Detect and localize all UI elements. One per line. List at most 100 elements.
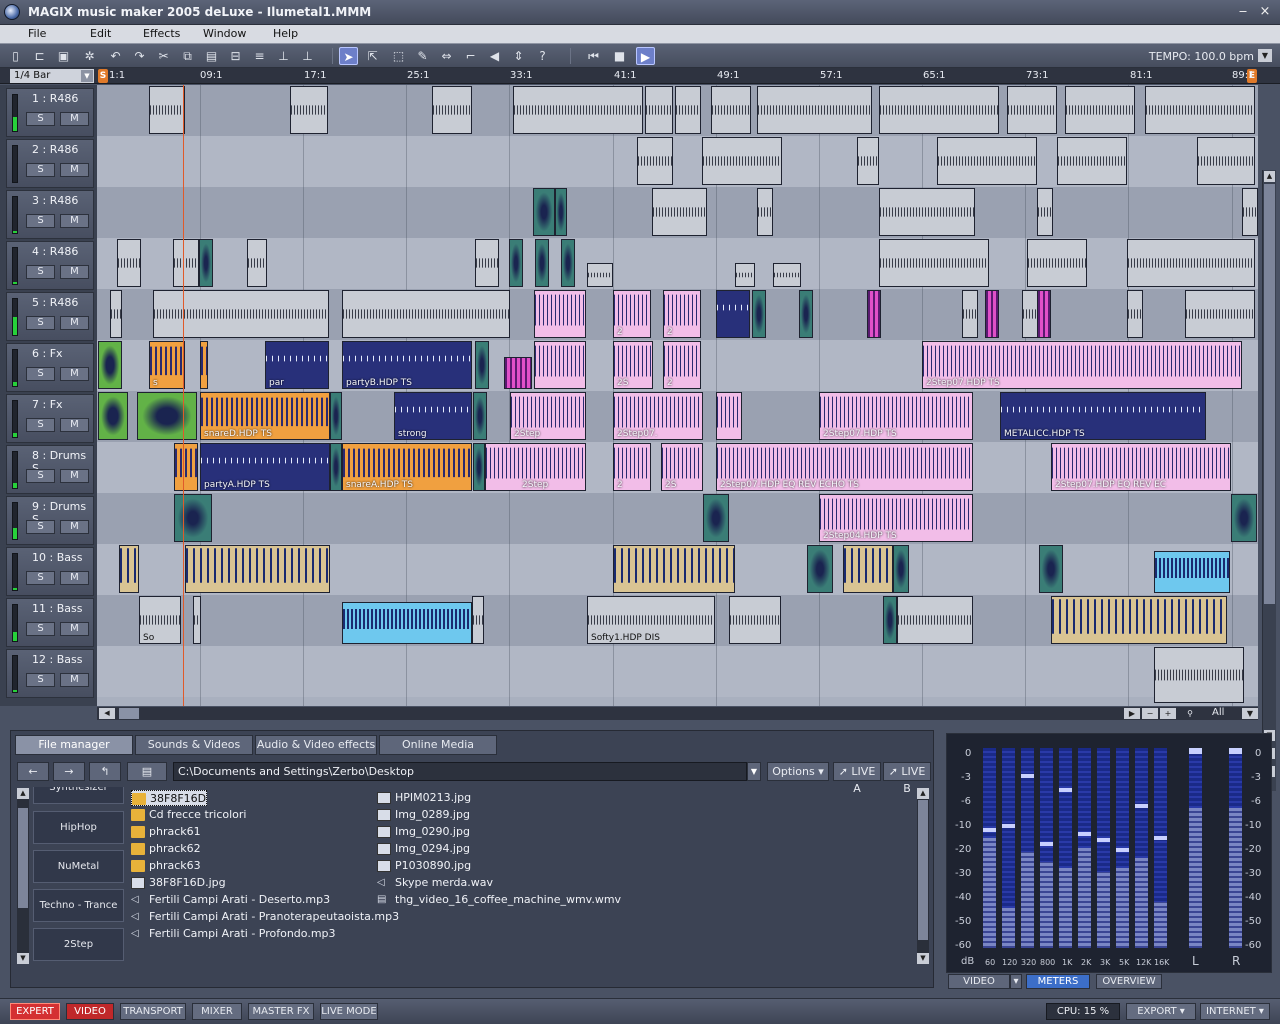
audio-clip[interactable] [799,290,813,338]
audio-clip[interactable] [1145,86,1255,134]
mute-button[interactable]: M [60,673,89,687]
redo-icon[interactable]: ↷ [130,47,149,65]
internet-button[interactable]: INTERNET ▾ [1200,1003,1270,1020]
playhead[interactable] [183,85,184,706]
audio-clip[interactable]: 2Step07.HDP EQ REV ECHO TS [716,443,973,491]
solo-button[interactable]: S [26,112,55,126]
audio-clip[interactable] [193,596,201,644]
mute-button[interactable]: M [60,367,89,381]
audio-clip[interactable] [1037,290,1051,338]
audio-clip[interactable] [879,239,989,287]
list-item[interactable]: 38F8F16D [131,790,208,806]
audio-clip[interactable] [729,596,781,644]
transport-button[interactable]: TRANSPORT [120,1003,186,1020]
list-item[interactable]: Img_0289.jpg [377,807,470,823]
audio-clip[interactable]: 2Step07.HDP TS [922,341,1242,389]
audio-clip[interactable] [149,86,185,134]
list-item[interactable]: phrack63 [131,858,201,874]
audio-clip[interactable] [119,545,139,593]
start-marker[interactable]: S [98,69,108,83]
audio-clip[interactable]: 2 [613,290,651,338]
audio-clip[interactable] [843,545,893,593]
scroll-down-icon[interactable]: ▼ [17,953,29,964]
mute-button[interactable]: M [60,469,89,483]
split-icon[interactable]: ⌐ [461,47,480,65]
copy-icon[interactable]: ⧉ [178,47,197,65]
live-a-button[interactable]: ➚ LIVE A [833,762,881,795]
minimize-icon[interactable]: ‒ [1234,3,1252,21]
app-logo-icon[interactable] [4,4,20,20]
solo-button[interactable]: S [26,163,55,177]
audio-clip[interactable] [985,290,999,338]
solo-button[interactable]: S [26,214,55,228]
audio-clip[interactable] [98,392,128,440]
audio-clip[interactable]: METALICC.HDP TS [1000,392,1206,440]
audio-clip[interactable] [962,290,978,338]
audio-clip[interactable]: par [265,341,329,389]
track-header[interactable]: 4 : R486 S M [6,241,94,290]
pencil-icon[interactable]: ✎ [413,47,432,65]
resize-icon[interactable]: ⇕ [509,47,528,65]
vertical-scrollbar[interactable]: ▲ ▼ + − [1262,170,1276,791]
audio-clip[interactable] [472,596,484,644]
audio-clip[interactable] [1057,137,1127,185]
audio-clip[interactable]: 2Step [485,443,586,491]
list-item[interactable]: Cd frecce tricolori [131,807,246,823]
audio-clip[interactable] [330,443,342,491]
audio-clip[interactable] [473,392,487,440]
list-item[interactable]: 38F8F16D.jpg [131,875,226,891]
solo-button[interactable]: S [26,316,55,330]
audio-clip[interactable] [883,596,897,644]
track-header[interactable]: 3 : R486 S M [6,190,94,239]
undo-icon[interactable]: ↶ [106,47,125,65]
scroll-thumb[interactable] [119,708,139,719]
track-header[interactable]: 6 : Fx S M [6,343,94,392]
audio-clip[interactable]: s [149,341,185,389]
timeline-ruler[interactable]: 1/4 Bar ▼ S E 1:1 09:1 17:1 25:1 33:1 41… [0,68,1280,84]
audio-clip[interactable] [509,239,523,287]
audio-clip[interactable] [534,341,586,389]
menu-window[interactable]: Window [203,27,246,40]
menu-file[interactable]: File [28,27,46,40]
audio-clip[interactable] [879,188,975,236]
live-b-button[interactable]: ➚ LIVE B [883,762,931,795]
track-name[interactable]: 4 : R486 [32,245,78,258]
audio-clip[interactable] [330,392,342,440]
audio-clip[interactable]: strong [394,392,472,440]
folder-up-icon[interactable]: ↰ [89,762,121,781]
open-icon[interactable]: ⊏ [30,47,49,65]
tab-audio-video-effects[interactable]: Audio & Video effects [255,735,377,755]
audio-clip[interactable]: 2 [663,290,701,338]
audio-clip[interactable] [98,341,122,389]
list-item[interactable]: phrack61 [131,824,201,840]
audio-clip[interactable] [110,290,122,338]
cut-icon[interactable]: ✂ [154,47,173,65]
tab-file-manager[interactable]: File manager [15,735,133,755]
audio-clip[interactable] [857,137,879,185]
snap-select[interactable]: 1/4 Bar ▼ [10,69,94,83]
arrangement-view[interactable]: 2 2 s par partyB.HDP TS 2S 2 2Step07.HDP… [97,85,1258,706]
audio-clip[interactable] [247,239,267,287]
forward-icon[interactable]: → [53,762,85,781]
track-name[interactable]: 2 : R486 [32,143,78,156]
scroll-down-icon[interactable]: ▼ [917,953,929,964]
scroll-thumb[interactable] [18,808,28,908]
align-icon[interactable]: ≡ [250,47,269,65]
settings-icon[interactable]: ✲ [80,47,99,65]
category-scrollbar[interactable]: ▲ ▼ [17,788,29,964]
audio-clip[interactable] [1154,647,1244,703]
track-header[interactable]: 8 : Drums S S M [6,445,94,494]
stretch-icon[interactable]: ⇔ [437,47,456,65]
audio-clip[interactable] [137,392,197,440]
scroll-left-icon[interactable]: ◀ [99,708,115,719]
mute-button[interactable]: M [60,163,89,177]
audio-clip[interactable]: 2Step07. [613,392,703,440]
track-name[interactable]: 12 : Bass [32,653,82,666]
audio-clip[interactable] [1197,137,1255,185]
track-name[interactable]: 10 : Bass [32,551,82,564]
solo-button[interactable]: S [26,265,55,279]
audio-clip[interactable] [587,263,613,287]
audio-clip[interactable] [174,443,198,491]
tab-overview[interactable]: OVERVIEW [1096,974,1162,989]
audio-clip[interactable] [200,341,208,389]
